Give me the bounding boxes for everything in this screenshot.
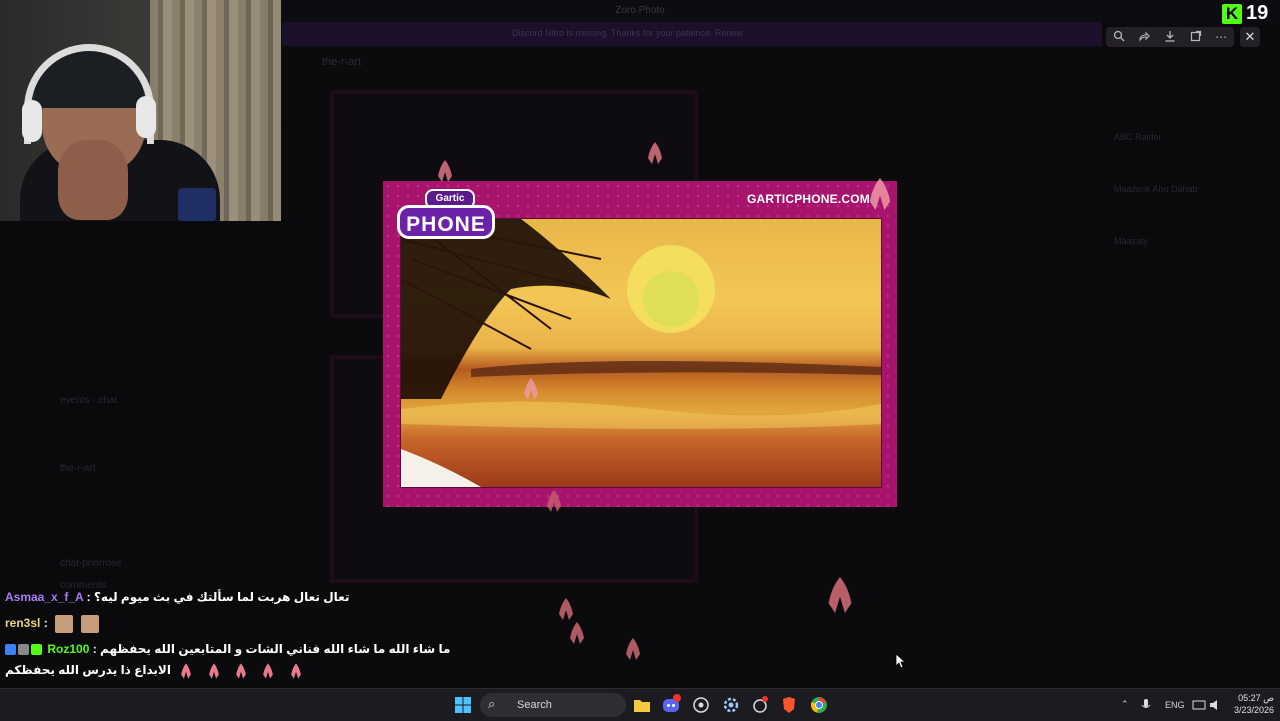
background-sidebar-item: events - chat <box>60 395 118 406</box>
chat-username: Asmaa_x_f_A <box>5 590 84 604</box>
kick-logo-icon: K <box>1222 4 1242 24</box>
praying-hands-emote-icon <box>869 178 891 210</box>
open-external-icon[interactable] <box>1187 30 1205 45</box>
obs-icon[interactable] <box>690 694 712 716</box>
close-icon[interactable]: ✕ <box>1240 27 1260 47</box>
praying-hands-emote-icon <box>828 577 852 613</box>
gartic-site-url: GARTICPHONE.COM <box>747 192 870 206</box>
chat-message: Roz100 : ما شاء الله ما شاء الله فناني ا… <box>5 642 450 656</box>
chat-text: تعال تعال هربت لما سألتك في بث ميوم ليه؟ <box>93 590 350 604</box>
chat-username: ren3sl <box>5 616 41 631</box>
webcam-person-hand <box>58 140 128 220</box>
webcam-microphone <box>178 188 216 221</box>
tray-overflow-icon[interactable]: ⌃ <box>1121 699 1129 710</box>
network-icon[interactable] <box>1190 694 1208 716</box>
language-indicator[interactable]: ENG <box>1165 700 1185 710</box>
background-member: ABC Raider <box>1114 132 1162 142</box>
gift-badge-icon <box>31 644 42 656</box>
chat-username: Roz100 <box>47 642 90 656</box>
subscriber-badge-icon <box>5 644 16 656</box>
viewer-count: 19 <box>1246 2 1269 24</box>
more-icon[interactable]: ⋯ <box>1212 30 1230 44</box>
chat-separator: : <box>83 590 94 604</box>
settings-gear-icon[interactable] <box>720 694 742 716</box>
download-icon[interactable] <box>1161 30 1179 45</box>
background-member: Maazaty <box>1114 236 1149 246</box>
praying-hands-emote-icon <box>559 598 573 620</box>
background-banner: Discord Nitro is missing. Thanks for you… <box>282 22 1102 46</box>
praying-hands-emote-icon <box>626 638 640 660</box>
share-icon[interactable] <box>1135 30 1153 45</box>
webcam-headphones <box>24 44 154 144</box>
windows-start-icon[interactable] <box>452 694 474 716</box>
discord-icon[interactable] <box>660 694 682 716</box>
gartic-drawing-canvas <box>400 218 882 488</box>
taskbar-clock-date[interactable]: 3/23/2026 <box>1226 705 1274 715</box>
praying-hands-emote-icon <box>208 663 219 679</box>
chat-message: Asmaa_x_f_A : تعال تعال هربت لما سألتك ف… <box>5 590 349 604</box>
praying-hands-emote-icon <box>290 663 301 679</box>
face-emote-icon <box>81 615 100 633</box>
webcam-feed <box>0 0 281 221</box>
background-banner-text: Discord Nitro is missing. Thanks for you… <box>512 28 743 38</box>
heart-badge-icon <box>18 644 29 656</box>
microphone-icon[interactable] <box>1137 694 1155 716</box>
gartic-logo-main-text: PHONE <box>397 205 495 239</box>
praying-hands-emote-icon <box>181 663 192 679</box>
chat-text: الابداع ذا يدرس الله يحفظكم <box>5 663 171 678</box>
praying-hands-emote-icon <box>524 378 538 400</box>
chat-separator: : <box>40 616 52 631</box>
background-member: Maazerik Abu Dahab <box>1114 184 1198 194</box>
background-member-list: ABC Raider Maazerik Abu Dahab Maazaty <box>1100 46 1280 656</box>
face-emote-icon <box>55 615 74 633</box>
volume-icon[interactable] <box>1207 694 1225 716</box>
sunset-drawing <box>401 219 881 487</box>
background-sidebar-item: comments <box>60 580 107 591</box>
gartic-phone-image: GARTICPHONE.COM Gartic PHONE <box>383 181 897 507</box>
chat-message: الابداع ذا يدرس الله يحفظكم <box>5 662 308 680</box>
brave-browser-icon[interactable] <box>778 694 800 716</box>
praying-hands-emote-icon <box>648 142 662 164</box>
file-explorer-icon[interactable] <box>631 694 653 716</box>
background-sidebar-item: the-r-art <box>60 463 96 474</box>
mouse-cursor-icon <box>895 653 907 669</box>
background-sidebar-item: chat-priorrose <box>60 558 122 569</box>
chat-message: ren3sl : <box>5 615 103 633</box>
background-channel-name: the-r-art <box>322 56 362 68</box>
taskbar-search-box[interactable]: ⌕ Search <box>480 693 626 717</box>
windows-taskbar: ⌕ Search ⌃ ENG 05:27 ص 3/23/2026 <box>0 688 1280 721</box>
praying-hands-emote-icon <box>570 622 584 644</box>
webcam-headphone-left <box>22 100 42 142</box>
zoom-icon[interactable] <box>1110 30 1128 45</box>
webcam-headphone-right <box>136 96 156 138</box>
praying-hands-emote-icon <box>263 663 274 679</box>
gartic-phone-logo: Gartic PHONE <box>397 187 497 247</box>
chrome-browser-icon[interactable] <box>808 694 830 716</box>
taskbar-search-placeholder: Search <box>517 699 552 711</box>
recording-app-icon[interactable] <box>749 694 771 716</box>
image-viewer-toolbar: ⋯ <box>1106 27 1234 47</box>
taskbar-clock-time[interactable]: 05:27 ص <box>1234 693 1274 704</box>
chat-separator: : <box>89 642 101 656</box>
praying-hands-emote-icon <box>236 663 246 679</box>
praying-hands-emote-icon <box>547 490 561 512</box>
search-icon: ⌕ <box>488 696 496 711</box>
chat-text: ما شاء الله ما شاء الله فناني الشات و ال… <box>100 642 451 656</box>
praying-hands-emote-icon <box>438 160 452 182</box>
